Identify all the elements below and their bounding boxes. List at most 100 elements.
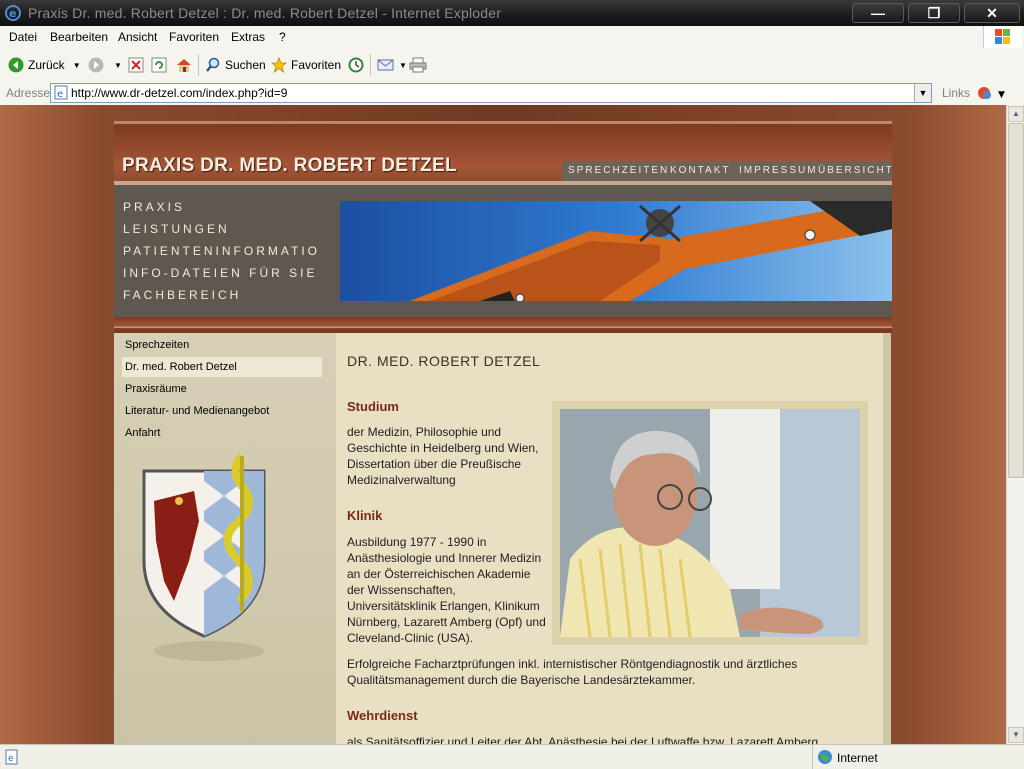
address-dropdown-icon[interactable]: ▼ xyxy=(914,84,931,102)
print-button[interactable] xyxy=(409,54,431,76)
search-icon xyxy=(206,57,220,72)
address-url: http://www.dr-detzel.com/index.php?id=9 xyxy=(71,86,288,100)
back-label: Zurück xyxy=(28,58,65,72)
menu-extras[interactable]: Extras xyxy=(231,30,265,44)
back-dropdown-icon[interactable]: ▼ xyxy=(73,61,81,70)
sub-navigation: Sprechzeiten Dr. med. Robert Detzel Prax… xyxy=(114,333,336,744)
klinik-line-6: Nürnberg, Lazarett Amberg (Opf) und xyxy=(347,615,546,629)
forward-dropdown-icon[interactable]: ▼ xyxy=(114,61,122,70)
topnav-uebersicht[interactable]: ÜBERSICHT xyxy=(818,165,894,176)
refresh-button[interactable] xyxy=(151,54,171,76)
scroll-down-arrow-icon[interactable]: ▼ xyxy=(1008,727,1024,743)
scrollbar-thumb[interactable] xyxy=(1008,123,1024,478)
menu-favoriten[interactable]: Favoriten xyxy=(169,30,219,44)
menu-bearbeiten[interactable]: Bearbeiten xyxy=(50,30,108,44)
klinik-line-2: Anästhesiologie und Innerer Medizin xyxy=(347,551,542,565)
studium-line-3: Dissertation über die Preußische xyxy=(347,457,522,471)
search-label: Suchen xyxy=(225,58,266,72)
facharzt-line-2: Qualitätsmanagement durch die Bayerische… xyxy=(347,673,696,687)
favorites-label: Favoriten xyxy=(291,58,342,72)
mail-dropdown-icon[interactable]: ▼ xyxy=(399,61,407,70)
stop-button[interactable] xyxy=(128,54,148,76)
studium-line-2: Geschichte in Heidelberg und Wien, xyxy=(347,441,539,455)
back-button[interactable]: Zurück ▼ xyxy=(8,54,81,76)
menu-help[interactable]: ? xyxy=(279,30,286,44)
topnav-impressum[interactable]: IMPRESSUM xyxy=(739,165,818,176)
back-arrow-icon xyxy=(8,57,24,73)
svg-text:▼: ▼ xyxy=(998,90,1005,100)
stop-icon xyxy=(128,57,144,73)
windows-logo xyxy=(983,26,1022,48)
maximize-button[interactable]: ❐ xyxy=(908,3,960,23)
history-button[interactable] xyxy=(347,54,369,76)
section-title-klinik: Klinik xyxy=(347,508,383,523)
svg-text:e: e xyxy=(57,89,63,100)
klinik-line-7: Cleveland-Clinic (USA). xyxy=(347,631,474,645)
site-logo[interactable]: PRAXIS DR. MED. ROBERT DETZEL xyxy=(122,155,457,177)
top-navigation: SPRECHZEITEN KONTAKT IMPRESSUM ÜBERSICHT xyxy=(562,161,892,181)
home-icon xyxy=(177,59,191,72)
svg-text:e: e xyxy=(8,754,14,764)
mainnav-fachbereich[interactable]: FACHBEREICH xyxy=(123,288,241,302)
doctor-portrait-image xyxy=(560,409,860,637)
klinik-line-5: Universitätsklinik Erlangen, Klinikum xyxy=(347,599,540,613)
favorites-button[interactable]: Favoriten xyxy=(271,54,341,76)
toolbar-separator xyxy=(198,54,199,76)
menu-datei[interactable]: Datei xyxy=(9,30,37,44)
svg-text:e: e xyxy=(9,7,16,20)
status-bar: e Internet xyxy=(0,744,1024,769)
links-extension-button[interactable]: ▼ xyxy=(975,84,1009,105)
scroll-up-arrow-icon[interactable]: ▲ xyxy=(1008,106,1024,122)
page-status-icon: e xyxy=(5,749,18,765)
section-divider xyxy=(114,317,892,333)
printer-icon xyxy=(409,57,427,73)
page-title: DR. MED. ROBERT DETZEL xyxy=(347,353,541,369)
forward-button[interactable]: ▼ xyxy=(88,54,122,76)
vertical-scrollbar[interactable]: ▲ ▼ xyxy=(1006,105,1024,744)
subnav-item-dr-detzel[interactable]: Dr. med. Robert Detzel xyxy=(122,357,322,377)
website: PRAXIS DR. MED. ROBERT DETZEL SPRECHZEIT… xyxy=(114,121,892,744)
mail-button[interactable]: ▼ xyxy=(377,54,407,76)
coat-of-arms-emblem xyxy=(142,453,266,661)
refresh-icon xyxy=(151,57,167,73)
forward-arrow-icon xyxy=(88,57,104,73)
mainnav-praxis[interactable]: PRAXIS xyxy=(123,200,185,214)
header-photo-area xyxy=(321,185,892,317)
menu-ansicht[interactable]: Ansicht xyxy=(118,30,157,44)
address-input[interactable]: e http://www.dr-detzel.com/index.php?id=… xyxy=(50,83,932,103)
topnav-kontakt[interactable]: KONTAKT xyxy=(670,165,730,176)
section-title-wehrdienst: Wehrdienst xyxy=(347,708,418,723)
topnav-sprechzeiten[interactable]: SPRECHZEITEN xyxy=(568,165,669,176)
subnav-item-praxisraeume[interactable]: Praxisräume xyxy=(122,379,322,399)
address-label: Adresse xyxy=(6,86,51,100)
page-icon: e xyxy=(54,85,68,100)
mail-icon xyxy=(377,59,394,71)
studium-line-4: Medizinalverwaltung xyxy=(347,473,456,487)
facharzt-line-1: Erfolgreiche Facharztprüfungen inkl. int… xyxy=(347,657,798,671)
klinik-line-4: der Wissenschaften, xyxy=(347,583,456,597)
close-button[interactable]: ✕ xyxy=(964,3,1020,23)
page-viewport: PRAXIS DR. MED. ROBERT DETZEL SPRECHZEIT… xyxy=(0,105,1006,744)
menu-bar: Datei Bearbeiten Ansicht Favoriten Extra… xyxy=(0,26,1024,49)
window-title: Praxis Dr. med. Robert Detzel : Dr. med.… xyxy=(28,5,502,21)
toolbar: Zurück ▼ ▼ Suchen Favoriten ▼ xyxy=(0,48,1024,82)
main-content: DR. MED. ROBERT DETZEL Studium der Mediz… xyxy=(336,333,891,744)
mainnav-leistungen[interactable]: LEISTUNGEN xyxy=(123,222,230,236)
zone-label: Internet xyxy=(837,751,878,765)
mainnav-info-dateien[interactable]: INFO-DATEIEN FÜR SIE xyxy=(123,266,317,280)
section-title-studium: Studium xyxy=(347,399,399,414)
title-bar: e Praxis Dr. med. Robert Detzel : Dr. me… xyxy=(0,0,1024,26)
subnav-item-literatur[interactable]: Literatur- und Medienangebot xyxy=(122,401,322,421)
history-icon xyxy=(348,57,364,73)
links-label[interactable]: Links xyxy=(942,86,970,100)
subnav-item-anfahrt[interactable]: Anfahrt xyxy=(122,423,322,443)
home-button[interactable] xyxy=(175,54,197,76)
search-button[interactable]: Suchen xyxy=(205,54,266,76)
internet-explorer-icon: e xyxy=(5,5,21,21)
studium-line-1: der Medizin, Philosophie und xyxy=(347,425,502,439)
subnav-item-sprechzeiten[interactable]: Sprechzeiten xyxy=(122,335,322,355)
portrait-photo xyxy=(552,401,868,645)
address-bar: Adresse e http://www.dr-detzel.com/index… xyxy=(0,81,1024,106)
minimize-button[interactable]: — xyxy=(852,3,904,23)
mainnav-patienteninformation[interactable]: PATIENTENINFORMATION xyxy=(123,244,332,258)
